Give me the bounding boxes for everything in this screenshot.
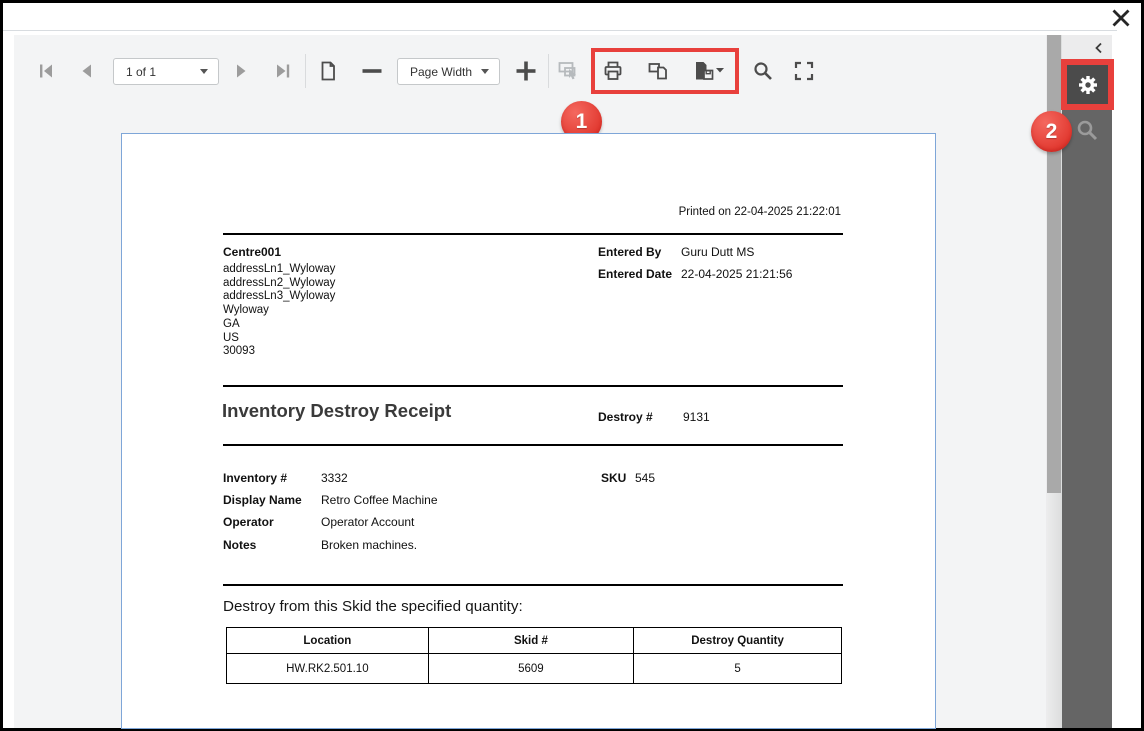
table-header: Destroy Quantity <box>634 628 842 654</box>
last-page-button[interactable] <box>266 54 300 88</box>
search-icon <box>751 59 775 83</box>
table-header: Skid # <box>428 628 633 654</box>
centre-address: addressLn1_Wyloway addressLn2_Wyloway ad… <box>223 263 335 359</box>
print-selection-button-disabled <box>552 54 586 88</box>
horizontal-rule <box>223 233 843 235</box>
page-number-select[interactable]: 1 of 1 <box>113 58 219 85</box>
previous-page-icon <box>77 61 97 81</box>
field-value: Retro Coffee Machine <box>321 493 438 507</box>
chevron-left-icon <box>1092 41 1106 55</box>
field-value: Operator Account <box>321 515 414 529</box>
previous-page-button[interactable] <box>70 54 104 88</box>
report-title: Inventory Destroy Receipt <box>222 400 451 422</box>
side-panel <box>1062 60 1112 728</box>
field-label: Notes <box>223 538 256 552</box>
first-page-icon <box>36 61 56 81</box>
scrollbar-thumb[interactable] <box>1047 35 1061 493</box>
table-cell: 5609 <box>428 654 633 684</box>
chevron-down-icon <box>200 69 208 74</box>
full-screen-icon <box>792 59 816 83</box>
zoom-in-icon <box>514 59 538 83</box>
print-page-button[interactable] <box>641 54 675 88</box>
sku-value: 545 <box>635 471 655 485</box>
page-number-value: 1 of 1 <box>126 65 156 79</box>
callout-1-number: 1 <box>576 110 588 134</box>
close-button[interactable] <box>1106 4 1136 31</box>
destroy-number-value: 9131 <box>683 410 710 424</box>
horizontal-rule <box>223 584 843 586</box>
zoom-out-button[interactable] <box>355 54 389 88</box>
print-page-icon <box>646 59 670 83</box>
toolbar-separator <box>548 54 549 88</box>
single-page-view-button[interactable] <box>311 54 345 88</box>
next-page-icon <box>231 61 251 81</box>
gear-icon <box>1075 72 1101 98</box>
destroy-quantity-table: Location Skid # Destroy Quantity HW.RK2.… <box>226 627 842 684</box>
field-value: Broken machines. <box>321 538 417 552</box>
next-page-button[interactable] <box>224 54 258 88</box>
field-label: Operator <box>223 515 274 529</box>
horizontal-rule <box>223 444 843 446</box>
zoom-mode-value: Page Width <box>410 65 472 79</box>
table-caption: Destroy from this Skid the specified qua… <box>223 598 523 615</box>
export-to-button[interactable] <box>686 54 730 88</box>
callout-2-number: 2 <box>1046 120 1058 144</box>
report-viewer-dialog: 1 of 1 Page Width <box>0 0 1144 731</box>
print-selection-icon <box>556 58 582 84</box>
entered-by-value: Guru Dutt MS <box>681 245 754 259</box>
callout-badge-2: 2 <box>1031 111 1072 152</box>
centre-name: Centre001 <box>223 245 281 259</box>
chevron-down-icon <box>481 69 489 74</box>
first-page-button[interactable] <box>29 54 63 88</box>
entered-date-label: Entered Date <box>598 267 672 281</box>
zoom-mode-select[interactable]: Page Width <box>397 58 500 85</box>
search-button[interactable] <box>746 54 780 88</box>
print-button[interactable] <box>596 54 630 88</box>
panel-search-icon <box>1074 117 1101 144</box>
panel-search-button[interactable] <box>1074 117 1101 144</box>
field-label: Inventory # <box>223 471 287 485</box>
sku-label: SKU <box>601 471 626 485</box>
destroy-number-label: Destroy # <box>598 410 653 424</box>
horizontal-rule <box>223 385 843 387</box>
table-header: Location <box>227 628 429 654</box>
close-icon <box>1109 6 1133 30</box>
field-value: 3332 <box>321 471 348 485</box>
field-label: Display Name <box>223 493 302 507</box>
last-page-icon <box>273 61 293 81</box>
table-header-row: Location Skid # Destroy Quantity <box>227 628 842 654</box>
printed-on-text: Printed on 22-04-2025 21:22:01 <box>679 206 841 218</box>
full-screen-button[interactable] <box>787 54 821 88</box>
preview-settings-button[interactable] <box>1064 62 1111 107</box>
table-row: HW.RK2.501.10 5609 5 <box>227 654 842 684</box>
table-cell: 5 <box>634 654 842 684</box>
entered-date-value: 22-04-2025 21:21:56 <box>681 267 792 281</box>
zoom-out-icon <box>360 59 384 83</box>
header-divider <box>3 30 1117 31</box>
print-icon <box>601 59 625 83</box>
collapse-panel-button[interactable] <box>1062 35 1112 60</box>
toolbar-separator <box>305 54 306 88</box>
zoom-in-button[interactable] <box>509 54 543 88</box>
single-page-view-icon <box>316 59 340 83</box>
export-to-icon <box>691 59 725 83</box>
table-cell: HW.RK2.501.10 <box>227 654 429 684</box>
entered-by-label: Entered By <box>598 245 661 259</box>
report-page: Printed on 22-04-2025 21:22:01 Centre001… <box>121 133 936 729</box>
